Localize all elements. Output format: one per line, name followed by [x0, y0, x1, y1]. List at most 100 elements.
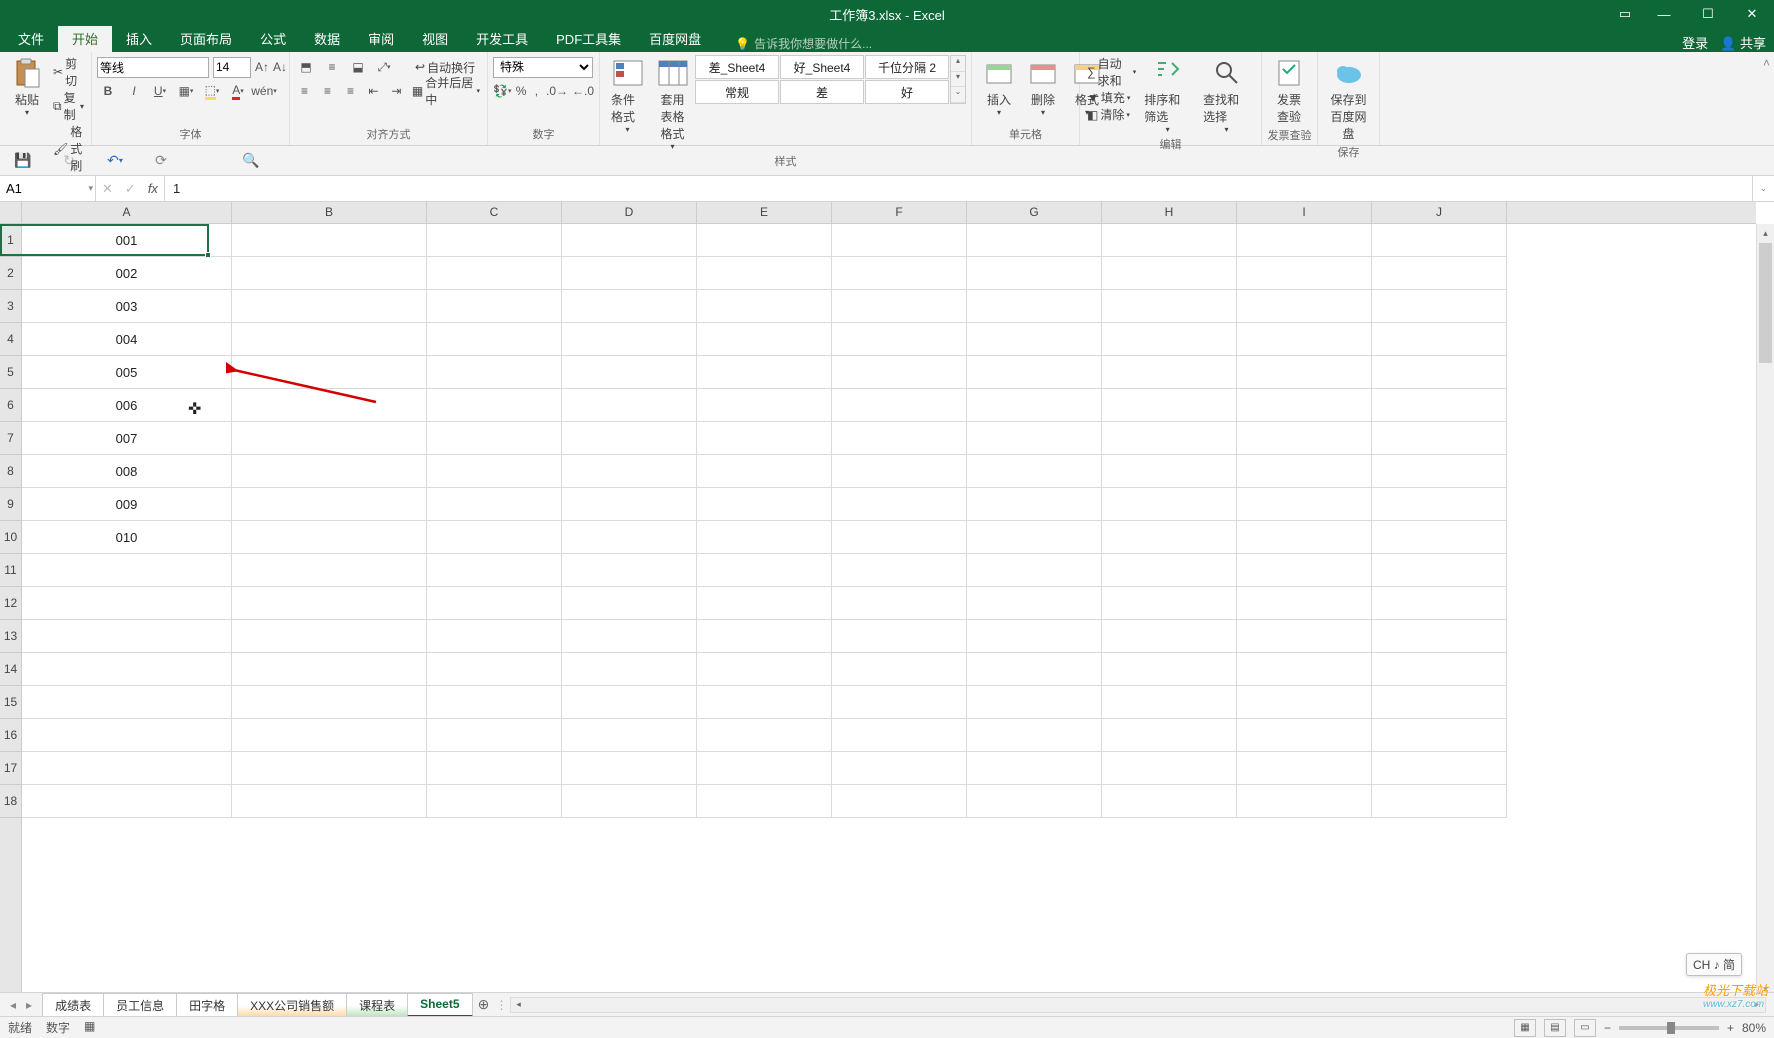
- zoom-slider[interactable]: [1619, 1026, 1719, 1030]
- cell-J13[interactable]: [1372, 620, 1507, 653]
- cell-H1[interactable]: [1102, 224, 1237, 257]
- cell-D2[interactable]: [562, 257, 697, 290]
- row-header-6[interactable]: 6: [0, 389, 21, 422]
- zoom-out-button[interactable]: −: [1604, 1021, 1611, 1035]
- cell-A6[interactable]: 006: [22, 389, 232, 422]
- namebox-dropdown-icon[interactable]: ▾: [88, 183, 93, 194]
- cell-E10[interactable]: [697, 521, 832, 554]
- cell-J6[interactable]: [1372, 389, 1507, 422]
- cell-D8[interactable]: [562, 455, 697, 488]
- tab-formulas[interactable]: 公式: [246, 26, 300, 52]
- cell-I5[interactable]: [1237, 356, 1372, 389]
- tab-pdf-tools[interactable]: PDF工具集: [542, 26, 635, 52]
- column-header-C[interactable]: C: [427, 202, 562, 223]
- cancel-formula-icon[interactable]: ✕: [102, 181, 113, 197]
- insert-cells-button[interactable]: 插入▾: [977, 55, 1021, 119]
- border-button[interactable]: ▦▾: [175, 80, 197, 102]
- tab-data[interactable]: 数据: [300, 26, 354, 52]
- enter-formula-icon[interactable]: ✓: [125, 181, 136, 197]
- cell-G4[interactable]: [967, 323, 1102, 356]
- cell-A4[interactable]: 004: [22, 323, 232, 356]
- cell-E11[interactable]: [697, 554, 832, 587]
- cell-F6[interactable]: [832, 389, 967, 422]
- hscroll-left-icon[interactable]: ◂: [511, 999, 527, 1010]
- cell-D1[interactable]: [562, 224, 697, 257]
- align-center-icon[interactable]: ≡: [318, 80, 337, 102]
- underline-button[interactable]: U▾: [149, 80, 171, 102]
- cell-D11[interactable]: [562, 554, 697, 587]
- cell-I10[interactable]: [1237, 521, 1372, 554]
- horizontal-scrollbar[interactable]: ◂ ▸: [510, 997, 1767, 1013]
- cell-F13[interactable]: [832, 620, 967, 653]
- cell-E12[interactable]: [697, 587, 832, 620]
- cell-C8[interactable]: [427, 455, 562, 488]
- sheet-nav-prev-icon[interactable]: ◂: [10, 998, 16, 1012]
- cell-J1[interactable]: [1372, 224, 1507, 257]
- cell-F9[interactable]: [832, 488, 967, 521]
- cell-I16[interactable]: [1237, 719, 1372, 752]
- cell-C9[interactable]: [427, 488, 562, 521]
- cell-D13[interactable]: [562, 620, 697, 653]
- cell-I11[interactable]: [1237, 554, 1372, 587]
- cell-E5[interactable]: [697, 356, 832, 389]
- cell-D7[interactable]: [562, 422, 697, 455]
- cell-B12[interactable]: [232, 587, 427, 620]
- cell-F1[interactable]: [832, 224, 967, 257]
- cell-H6[interactable]: [1102, 389, 1237, 422]
- cell-I7[interactable]: [1237, 422, 1372, 455]
- cell-E14[interactable]: [697, 653, 832, 686]
- cell-F2[interactable]: [832, 257, 967, 290]
- cell-H4[interactable]: [1102, 323, 1237, 356]
- style-good[interactable]: 好: [865, 80, 949, 104]
- font-name-combo[interactable]: [97, 57, 209, 78]
- cell-G12[interactable]: [967, 587, 1102, 620]
- clear-button[interactable]: ◧清除▾: [1085, 106, 1138, 123]
- tab-home[interactable]: 开始: [58, 26, 112, 52]
- paste-button[interactable]: 粘贴▾: [5, 55, 49, 119]
- orientation-icon[interactable]: ⤢▾: [373, 56, 395, 78]
- row-header-16[interactable]: 16: [0, 719, 21, 752]
- column-header-J[interactable]: J: [1372, 202, 1507, 223]
- cell-G5[interactable]: [967, 356, 1102, 389]
- cell-H8[interactable]: [1102, 455, 1237, 488]
- cell-J18[interactable]: [1372, 785, 1507, 818]
- cell-G7[interactable]: [967, 422, 1102, 455]
- find-select-button[interactable]: 查找和选择▾: [1197, 55, 1256, 136]
- collapse-ribbon-icon[interactable]: ˄: [1763, 56, 1770, 70]
- cell-I6[interactable]: [1237, 389, 1372, 422]
- cell-J9[interactable]: [1372, 488, 1507, 521]
- cell-C13[interactable]: [427, 620, 562, 653]
- format-as-table-button[interactable]: 套用 表格格式▾: [650, 55, 695, 153]
- cell-J5[interactable]: [1372, 356, 1507, 389]
- font-size-combo[interactable]: [213, 57, 251, 78]
- cell-J2[interactable]: [1372, 257, 1507, 290]
- spreadsheet-grid[interactable]: ABCDEFGHIJ 123456789101112131415161718 0…: [0, 202, 1774, 998]
- insert-function-icon[interactable]: fx: [148, 181, 158, 196]
- column-header-H[interactable]: H: [1102, 202, 1237, 223]
- wrap-text-button[interactable]: ↩自动换行: [413, 59, 477, 76]
- style-normal[interactable]: 常规: [695, 80, 779, 104]
- cell-C18[interactable]: [427, 785, 562, 818]
- maximize-button[interactable]: ☐: [1686, 0, 1730, 28]
- cell-D4[interactable]: [562, 323, 697, 356]
- cell-I13[interactable]: [1237, 620, 1372, 653]
- cell-J7[interactable]: [1372, 422, 1507, 455]
- cell-D10[interactable]: [562, 521, 697, 554]
- cell-J10[interactable]: [1372, 521, 1507, 554]
- row-header-17[interactable]: 17: [0, 752, 21, 785]
- style-thousand-sep[interactable]: 千位分隔 2: [865, 55, 949, 79]
- cell-A17[interactable]: [22, 752, 232, 785]
- cell-J12[interactable]: [1372, 587, 1507, 620]
- cell-H11[interactable]: [1102, 554, 1237, 587]
- cell-H15[interactable]: [1102, 686, 1237, 719]
- cell-I4[interactable]: [1237, 323, 1372, 356]
- cell-B14[interactable]: [232, 653, 427, 686]
- decrease-font-icon[interactable]: A↓: [273, 56, 287, 78]
- cell-D14[interactable]: [562, 653, 697, 686]
- touch-mode-icon[interactable]: ⟳: [150, 150, 172, 172]
- tab-insert[interactable]: 插入: [112, 26, 166, 52]
- cell-A7[interactable]: 007: [22, 422, 232, 455]
- cell-C7[interactable]: [427, 422, 562, 455]
- cell-E6[interactable]: [697, 389, 832, 422]
- cell-C15[interactable]: [427, 686, 562, 719]
